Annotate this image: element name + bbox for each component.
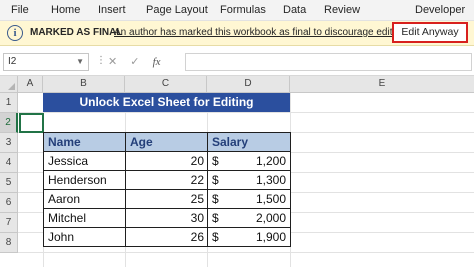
sheet-title[interactable]: Unlock Excel Sheet for Editing: [43, 93, 290, 112]
tab-home[interactable]: Home: [51, 4, 80, 16]
formula-input[interactable]: [185, 53, 472, 71]
active-cell[interactable]: [19, 113, 44, 133]
table-cell-salary[interactable]: $ 1,900: [207, 227, 291, 247]
name-box-value: I2: [8, 56, 17, 67]
table-header-name[interactable]: Name: [43, 132, 126, 152]
salary-amount: 1,900: [255, 230, 286, 244]
table-cell-salary[interactable]: $ 1,200: [207, 151, 291, 171]
currency-symbol: $: [212, 192, 219, 206]
more-options-icon: ⋮: [96, 55, 106, 66]
salary-amount: 1,300: [255, 173, 286, 187]
ribbon-tabs: File Home Insert Page Layout Formulas Da…: [0, 0, 474, 21]
table-cell-name[interactable]: Henderson: [43, 170, 126, 190]
currency-symbol: $: [212, 230, 219, 244]
column-header-b[interactable]: B: [43, 76, 125, 93]
tab-developer[interactable]: Developer: [415, 4, 465, 16]
info-icon: i: [7, 25, 23, 41]
table-cell-name[interactable]: Jessica: [43, 151, 126, 171]
row-header-2[interactable]: 2: [0, 113, 18, 133]
table-cell-age[interactable]: 30: [125, 208, 208, 228]
message-text[interactable]: An author has marked this workbook as fi…: [114, 27, 409, 38]
salary-amount: 1,200: [255, 154, 286, 168]
tab-insert[interactable]: Insert: [98, 4, 126, 16]
insert-function-icon[interactable]: fx: [153, 56, 161, 68]
message-title: MARKED AS FINAL: [30, 27, 123, 38]
formula-buttons: ✕ ✓ fx: [108, 55, 171, 68]
table-cell-age[interactable]: 26: [125, 227, 208, 247]
table-cell-name[interactable]: Aaron: [43, 189, 126, 209]
table-cell-age[interactable]: 20: [125, 151, 208, 171]
currency-symbol: $: [212, 211, 219, 225]
salary-amount: 1,500: [255, 192, 286, 206]
table-cell-age[interactable]: 25: [125, 189, 208, 209]
gridline: [18, 112, 474, 113]
row-header-3[interactable]: 3: [0, 133, 18, 153]
currency-symbol: $: [212, 173, 219, 187]
tab-data[interactable]: Data: [283, 4, 306, 16]
column-header-d[interactable]: D: [207, 76, 290, 93]
select-all-icon: [8, 83, 15, 90]
chevron-down-icon[interactable]: ▼: [76, 54, 84, 70]
select-all-corner[interactable]: [0, 76, 18, 93]
row-header-1[interactable]: 1: [0, 93, 18, 113]
row-header-7[interactable]: 7: [0, 213, 18, 233]
row-header-5[interactable]: 5: [0, 173, 18, 193]
column-header-c[interactable]: C: [125, 76, 207, 93]
row-header-8[interactable]: 8: [0, 233, 18, 253]
tab-page-layout[interactable]: Page Layout: [146, 4, 208, 16]
name-box[interactable]: I2 ▼: [3, 53, 89, 71]
table-header-age[interactable]: Age: [125, 132, 208, 152]
salary-amount: 2,000: [255, 211, 286, 225]
column-header-e[interactable]: E: [290, 76, 474, 93]
enter-icon[interactable]: ✓: [130, 55, 139, 68]
edit-anyway-button[interactable]: Edit Anyway: [392, 22, 468, 43]
table-cell-salary[interactable]: $ 2,000: [207, 208, 291, 228]
row-header-6[interactable]: 6: [0, 193, 18, 213]
table-cell-age[interactable]: 22: [125, 170, 208, 190]
row-header-4[interactable]: 4: [0, 153, 18, 173]
column-header-a[interactable]: A: [18, 76, 43, 93]
currency-symbol: $: [212, 154, 219, 168]
tab-file[interactable]: File: [11, 4, 29, 16]
table-cell-name[interactable]: John: [43, 227, 126, 247]
table-cell-salary[interactable]: $ 1,500: [207, 189, 291, 209]
formula-bar: I2 ▼ ⋮ ✕ ✓ fx: [0, 46, 474, 76]
table-cell-salary[interactable]: $ 1,300: [207, 170, 291, 190]
gridline: [18, 252, 474, 253]
tab-formulas[interactable]: Formulas: [220, 4, 266, 16]
table-header-salary[interactable]: Salary: [207, 132, 291, 152]
cancel-icon[interactable]: ✕: [108, 55, 117, 68]
tab-review[interactable]: Review: [324, 4, 360, 16]
table-cell-name[interactable]: Mitchel: [43, 208, 126, 228]
marked-as-final-bar: i MARKED AS FINAL An author has marked t…: [0, 21, 474, 46]
